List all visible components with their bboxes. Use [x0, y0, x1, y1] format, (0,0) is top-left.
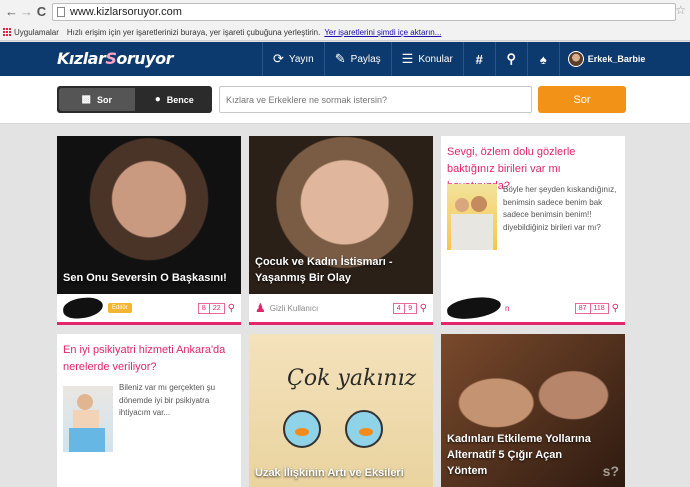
bell-icon: ♠: [539, 51, 547, 67]
browser-toolbar: ← → C www.kizlarsoruyor.com ☆: [0, 0, 690, 24]
question-card[interactable]: Kadınları Etkileme Yollarına Alternatif …: [441, 334, 625, 487]
back-icon[interactable]: ←: [4, 0, 19, 24]
main-nav: ⟳ Yayın ✎ Paylaş ☰ Konular # ⚲ ♠ Erkek_B…: [262, 42, 655, 76]
ask-bar: ▩ Sor ● Bence Sor: [0, 76, 690, 124]
fishbowl-right: [345, 410, 383, 448]
edit-icon: ✎: [334, 51, 346, 66]
card-title[interactable]: Sen Onu Seversin O Başkasını!: [63, 270, 235, 286]
card-footer: Editör 8 22 ⚲: [57, 294, 241, 325]
ask-mode-toggle: ▩ Sor ● Bence: [57, 86, 212, 113]
tab-sor-label: Sor: [96, 94, 112, 105]
fishbowl-left: [283, 410, 321, 448]
site-logo[interactable]: KızlarSoruyor: [57, 49, 173, 68]
opinion-count: 22: [209, 302, 225, 314]
bookmarks-message: Hızlı erişim için yer işaretlerinizi bur…: [66, 27, 321, 37]
redacted-avatar: [62, 295, 104, 321]
forward-icon[interactable]: →: [19, 0, 34, 24]
card-title[interactable]: En iyi psikiyatri hizmeti Ankara'da nere…: [63, 342, 235, 376]
user-menu[interactable]: Erkek_Barbie: [558, 42, 656, 76]
ask-submit-button[interactable]: Sor: [538, 86, 626, 113]
tab-sor[interactable]: ▩ Sor: [59, 88, 135, 111]
redacted-avatar: [446, 295, 502, 321]
answer-count: 4: [392, 302, 405, 314]
card-thumbnail: [63, 386, 113, 452]
page-icon: [57, 7, 65, 17]
hashtag-button[interactable]: #: [462, 42, 495, 76]
question-card[interactable]: Sen Onu Seversin O Başkasını! Editör 8 2…: [57, 136, 241, 325]
editor-badge: Editör: [108, 303, 132, 313]
answer-count: 8: [197, 302, 210, 314]
card-image: Çocuk ve Kadın İstismarı - Yaşanmış Bir …: [249, 136, 433, 294]
bookmark-star-icon[interactable]: ☆: [675, 3, 686, 17]
card-footer: n 87 118 ⚲: [441, 294, 625, 325]
search-icon: ⚲: [506, 51, 517, 66]
question-card[interactable]: Çocuk ve Kadın İstismarı - Yaşanmış Bir …: [249, 136, 433, 325]
tab-bence[interactable]: ● Bence: [137, 86, 213, 113]
pin-icon: ⚲: [227, 302, 235, 314]
tab-bence-label: Bence: [166, 94, 194, 105]
pin-icon: ⚲: [611, 302, 619, 314]
nav-yayin[interactable]: ⟳ Yayın: [262, 42, 324, 76]
pin-icon: ⚲: [419, 302, 427, 314]
question-card[interactable]: Çok yakınız Uzak İlişkinin Artı ve Eksil…: [249, 334, 433, 487]
reload-icon[interactable]: C: [34, 0, 49, 24]
card-excerpt: Böyle her şeyden kıskandığınız, benimsin…: [503, 185, 617, 232]
anonymous-user-icon: ♟: [255, 301, 266, 315]
card-author: n: [505, 303, 510, 313]
import-bookmarks-link[interactable]: Yer işaretlerini şimdi içe aktarın...: [324, 28, 441, 37]
site-header: KızlarSoruyor ⟳ Yayın ✎ Paylaş ☰ Konular…: [0, 42, 690, 76]
card-image: Sen Onu Seversin O Başkasını!: [57, 136, 241, 294]
nav-paylas-label: Paylaş: [350, 53, 381, 65]
question-card[interactable]: En iyi psikiyatri hizmeti Ankara'da nere…: [57, 334, 241, 487]
address-bar[interactable]: www.kizlarsoruyor.com: [52, 3, 676, 21]
card-author: Gizli Kullanıcı: [269, 303, 319, 313]
lightbulb-icon: ●: [154, 94, 161, 105]
card-footer: ♟ Gizli Kullanıcı 4 9 ⚲: [249, 294, 433, 325]
card-counts: 87 118 ⚲: [574, 302, 619, 314]
speech-bubble-icon: ▩: [81, 94, 91, 105]
opinion-count: 9: [404, 302, 417, 314]
card-counts: 8 22 ⚲: [197, 302, 235, 314]
username: Erkek_Barbie: [587, 54, 646, 64]
nav-konular[interactable]: ☰ Konular: [390, 42, 463, 76]
answer-count: 87: [574, 302, 591, 314]
search-button[interactable]: ⚲: [494, 42, 527, 76]
opinion-count: 118: [590, 302, 609, 314]
url-text: www.kizlarsoruyor.com: [70, 6, 182, 18]
question-input[interactable]: [219, 86, 532, 113]
card-thumbnail: [447, 184, 497, 250]
image-caption: Çok yakınız: [287, 366, 417, 391]
card-title[interactable]: Çocuk ve Kadın İstismarı - Yaşanmış Bir …: [255, 254, 427, 286]
notifications-button[interactable]: ♠: [526, 42, 559, 76]
avatar: [567, 51, 584, 67]
stack-icon: ☰: [401, 51, 414, 66]
hashtag-icon: #: [475, 51, 483, 67]
question-card[interactable]: Sevgi, özlem dolu gözlerle baktığınız bi…: [441, 136, 625, 325]
card-title[interactable]: Uzak İlişkinin Artı ve Eksileri: [255, 465, 427, 481]
card-title[interactable]: Kadınları Etkileme Yollarına Alternatif …: [447, 431, 597, 479]
apps-label[interactable]: Uygulamalar: [14, 28, 59, 37]
card-excerpt: Bileniz var mı gerçekten şu dönemde iyi …: [119, 383, 216, 417]
apps-grid-icon[interactable]: [3, 28, 11, 36]
nav-konular-label: Konular: [418, 53, 453, 65]
image-caption: s?: [602, 463, 619, 479]
nav-yayin-label: Yayın: [288, 53, 314, 65]
nav-paylas[interactable]: ✎ Paylaş: [323, 42, 391, 76]
broadcast-icon: ⟳: [273, 51, 284, 66]
bookmarks-bar: Uygulamalar Hızlı erişim için yer işaret…: [0, 24, 690, 41]
card-counts: 4 9 ⚲: [392, 302, 427, 314]
